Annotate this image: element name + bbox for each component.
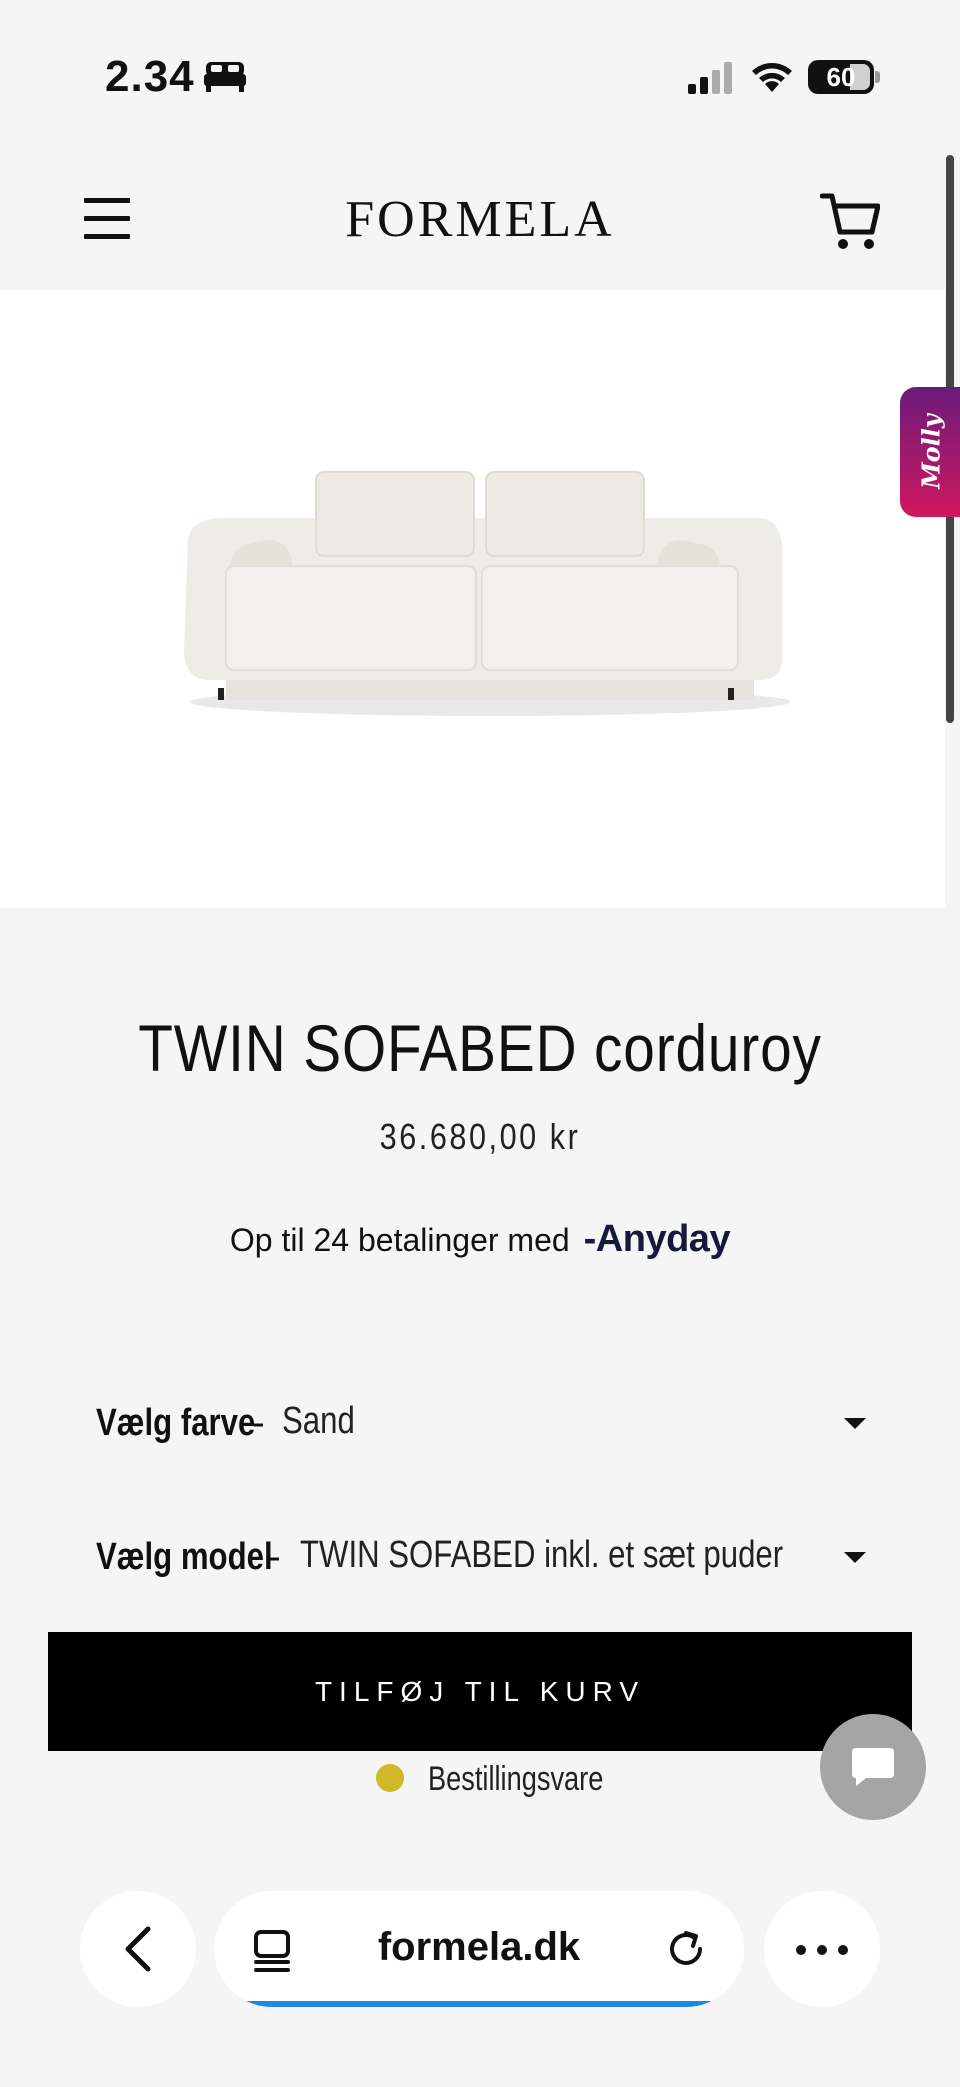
color-select-value: Sand [282,1400,355,1442]
product-title: TWIN SOFABED corduroy [138,1011,822,1085]
molly-label: Molly [916,414,946,489]
battery-icon: 60 [808,60,880,94]
battery-level: 60 [826,62,856,92]
stock-status-text: Bestillingsvare [428,1760,604,1798]
installments-text: Op til 24 betalinger med [229,1222,570,1258]
color-select-separator: - [252,1402,265,1444]
sofa-product-photo [184,471,790,716]
add-to-cart-button[interactable]: TILFØJ TIL KURV [48,1632,912,1751]
browser-back-button[interactable] [80,1891,196,2007]
browser-toolbar: formela.dk [0,1860,960,2087]
chevron-down-icon [844,1552,866,1563]
brand-logo[interactable]: FORMELA [330,190,630,249]
reload-icon[interactable] [664,1927,708,1971]
sleep-bed-icon [204,62,246,92]
site-header: FORMELA [0,150,945,290]
wifi-icon [752,63,792,92]
status-bar: 2.34 60 [0,0,960,150]
model-select[interactable]: Vælg model - TWIN SOFABED inkl. et sæt p… [96,1528,866,1588]
model-select-value: TWIN SOFABED inkl. et sæt puder [300,1534,784,1576]
cellular-signal-icon [688,62,732,94]
molly-assistant-tab[interactable]: Molly [900,387,960,517]
shopping-cart-icon[interactable] [820,190,880,252]
hamburger-menu-icon[interactable] [84,198,130,240]
model-select-separator: - [268,1536,281,1578]
product-image[interactable] [0,290,945,908]
color-select[interactable]: Vælg farve - Sand [96,1394,866,1454]
product-price: 36.680,00 kr [379,1116,581,1157]
chevron-left-icon [125,1926,151,1972]
color-select-label: Vælg farve [96,1402,256,1444]
browser-more-button[interactable] [764,1891,880,2007]
chevron-down-icon [844,1418,866,1429]
anyday-logo: -Anyday [583,1218,731,1260]
model-select-label: Vælg model [96,1536,273,1578]
installments-banner[interactable]: Op til 24 betalinger med -Anyday [0,1218,960,1261]
status-time: 2.34 [105,52,195,101]
address-bar[interactable]: formela.dk [214,1891,744,2007]
chat-button[interactable] [820,1714,926,1820]
page-load-progress [242,2001,716,2007]
stock-status-dot [376,1764,404,1792]
chat-icon [852,1748,894,1786]
